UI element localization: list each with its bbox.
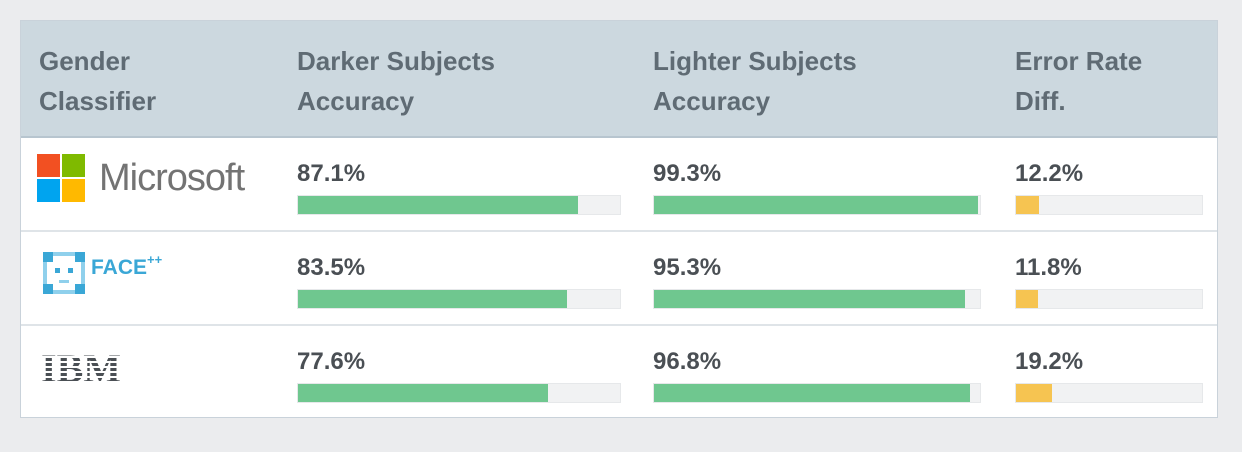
lighter-accuracy-label: 96.8%	[653, 348, 722, 375]
error-diff-label: 19.2%	[1015, 348, 1084, 375]
darker-accuracy-label: 87.1%	[297, 160, 366, 187]
ibm-logo-mark: IBM	[41, 348, 121, 388]
lighter-accuracy-bar	[654, 196, 978, 214]
darker-accuracy-bar	[298, 384, 548, 402]
facepp-logo-sup: ++	[147, 252, 163, 267]
error-diff-bar	[1016, 290, 1038, 308]
lighter-accuracy-bar	[654, 290, 965, 308]
table-row: IBM 77.6% 96.8% 19.2%	[21, 326, 1217, 420]
lighter-accuracy-label: 99.3%	[653, 160, 722, 187]
error-diff-track	[1015, 195, 1203, 215]
facepp-face-icon	[43, 252, 85, 294]
header-gender-classifier: Gender Classifier	[39, 46, 157, 116]
lighter-accuracy-track	[653, 383, 981, 403]
microsoft-logo: Microsoft	[21, 138, 281, 232]
error-diff-track	[1015, 289, 1203, 309]
darker-accuracy-label: 83.5%	[297, 254, 366, 281]
table-row: Microsoft 87.1% 99.3% 12.2%	[21, 138, 1217, 232]
ibm-logo: IBM	[21, 326, 281, 420]
header-error-rate-diff: Error Rate Diff.	[1015, 46, 1143, 116]
darker-accuracy-track	[297, 195, 621, 215]
darker-accuracy-bar	[298, 290, 567, 308]
darker-accuracy-label: 77.6%	[297, 348, 366, 375]
header-lighter-accuracy: Lighter Subjects Accuracy	[653, 46, 857, 116]
facepp-logo-word: FACE	[91, 256, 148, 279]
darker-accuracy-track	[297, 289, 621, 309]
microsoft-windows-icon	[37, 154, 85, 202]
comparison-table: Gender Classifier Darker Subjects Accura…	[20, 20, 1218, 418]
error-diff-bar	[1016, 196, 1039, 214]
error-diff-track	[1015, 383, 1203, 403]
facepp-logo: FACE++	[21, 232, 281, 326]
lighter-accuracy-track	[653, 289, 981, 309]
lighter-accuracy-track	[653, 195, 981, 215]
facepp-logo-text: FACE++	[91, 252, 162, 280]
microsoft-logo-text: Microsoft	[99, 157, 245, 199]
error-diff-bar	[1016, 384, 1052, 402]
error-diff-label: 11.8%	[1015, 254, 1082, 281]
error-diff-label: 12.2%	[1015, 160, 1084, 187]
lighter-accuracy-label: 95.3%	[653, 254, 722, 281]
table-header: Gender Classifier Darker Subjects Accura…	[21, 21, 1217, 138]
table-row: FACE++ 83.5% 95.3% 11.8%	[21, 232, 1217, 326]
ibm-logo-text: IBM	[41, 348, 121, 388]
darker-accuracy-track	[297, 383, 621, 403]
lighter-accuracy-bar	[654, 384, 970, 402]
darker-accuracy-bar	[298, 196, 579, 214]
header-darker-accuracy: Darker Subjects Accuracy	[297, 46, 495, 116]
